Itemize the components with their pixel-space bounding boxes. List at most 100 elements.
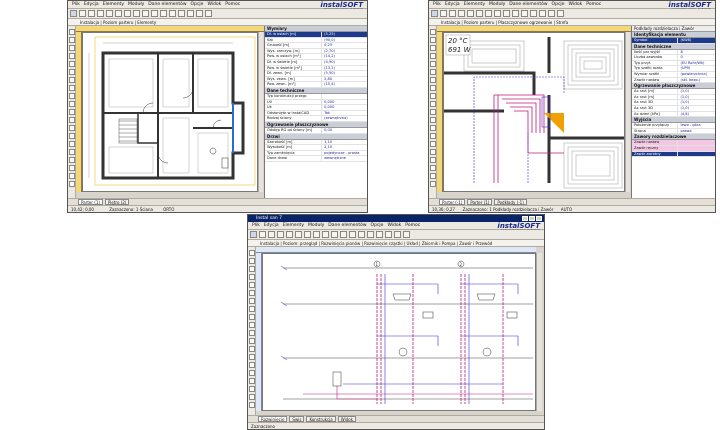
property-value[interactable]: lewo - góra bbox=[678, 123, 715, 128]
tool-icon[interactable] bbox=[68, 69, 75, 75]
tool-button[interactable] bbox=[349, 231, 356, 238]
tool-icon[interactable] bbox=[429, 101, 436, 107]
vertical-scrollbar[interactable] bbox=[258, 32, 263, 192]
tool-button[interactable] bbox=[277, 231, 284, 238]
menu-help[interactable]: Pomoc bbox=[586, 2, 601, 7]
property-value[interactable] bbox=[678, 140, 715, 145]
tool-button[interactable] bbox=[394, 231, 401, 238]
property-value[interactable] bbox=[678, 145, 715, 151]
tool-button[interactable] bbox=[503, 10, 510, 17]
tool-icon[interactable] bbox=[248, 306, 255, 312]
property-value[interactable]: (EU Rohr/Wk) bbox=[678, 61, 715, 66]
tool-button[interactable] bbox=[286, 231, 293, 238]
tool-button[interactable] bbox=[295, 231, 302, 238]
tool-icon[interactable] bbox=[429, 133, 436, 139]
window-titlebar[interactable]: Instal san 7 bbox=[248, 215, 544, 222]
property-value[interactable]: 0 bbox=[678, 55, 715, 60]
minimize-icon[interactable] bbox=[522, 216, 528, 221]
tool-button[interactable] bbox=[268, 231, 275, 238]
tool-icon[interactable] bbox=[68, 109, 75, 115]
vertical-scrollbar[interactable] bbox=[625, 32, 630, 192]
property-value[interactable]: pojedyncze - prosta bbox=[322, 151, 367, 156]
tool-icon[interactable] bbox=[248, 338, 255, 344]
tool-icon[interactable] bbox=[429, 69, 436, 75]
tool-button[interactable] bbox=[142, 10, 149, 17]
tool-icon[interactable] bbox=[68, 29, 75, 35]
tool-button[interactable] bbox=[97, 10, 104, 17]
tool-icon[interactable] bbox=[68, 133, 75, 139]
property-value[interactable]: 0,00 bbox=[322, 128, 367, 133]
property-value[interactable]: Tak bbox=[322, 111, 367, 116]
tool-button[interactable] bbox=[196, 10, 203, 17]
menu-element-data[interactable]: Dane elementów bbox=[148, 2, 186, 7]
tool-button[interactable] bbox=[512, 10, 519, 17]
property-value[interactable]: 0,25 bbox=[322, 43, 367, 48]
pointer-tool-icon[interactable] bbox=[431, 10, 438, 17]
tool-icon[interactable] bbox=[248, 298, 255, 304]
menu-help[interactable]: Pomoc bbox=[405, 223, 420, 228]
property-value[interactable]: wewnętrzne bbox=[322, 156, 367, 161]
menu-file[interactable]: Plik bbox=[433, 2, 441, 7]
tool-button[interactable] bbox=[106, 10, 113, 17]
property-value[interactable]: prawa bbox=[678, 129, 715, 134]
tool-icon[interactable] bbox=[429, 37, 436, 43]
property-value[interactable]: (4,8) bbox=[678, 112, 715, 117]
tool-icon[interactable] bbox=[429, 149, 436, 155]
breadcrumb[interactable]: Instalacja | Poziom parteru | Płaszczyzn… bbox=[429, 19, 715, 26]
tool-icon[interactable] bbox=[248, 282, 255, 288]
close-icon[interactable] bbox=[536, 216, 542, 221]
drawing-canvas[interactable] bbox=[82, 32, 258, 192]
tool-button[interactable] bbox=[467, 10, 474, 17]
tool-button[interactable] bbox=[115, 10, 122, 17]
tool-icon[interactable] bbox=[68, 53, 75, 59]
menu-modules[interactable]: Moduły bbox=[128, 2, 144, 7]
property-value[interactable]: (15,4) bbox=[322, 82, 367, 87]
tool-icon[interactable] bbox=[68, 117, 75, 123]
property-value[interactable]: (1,0) bbox=[678, 89, 715, 94]
tool-button[interactable] bbox=[548, 10, 555, 17]
tool-icon[interactable] bbox=[68, 85, 75, 91]
tool-button[interactable] bbox=[476, 10, 483, 17]
tool-icon[interactable] bbox=[248, 330, 255, 336]
tool-button[interactable] bbox=[169, 10, 176, 17]
property-value[interactable]: (13,2) bbox=[322, 66, 367, 71]
property-value[interactable] bbox=[322, 94, 367, 99]
tool-button[interactable] bbox=[557, 10, 564, 17]
tool-button[interactable] bbox=[458, 10, 465, 17]
tool-button[interactable] bbox=[133, 10, 140, 17]
tool-button[interactable] bbox=[494, 10, 501, 17]
property-value[interactable]: (90,0) bbox=[322, 38, 367, 43]
pointer-tool-icon[interactable] bbox=[250, 231, 257, 238]
tool-button[interactable] bbox=[160, 10, 167, 17]
tool-icon[interactable] bbox=[429, 165, 436, 171]
tool-button[interactable] bbox=[539, 10, 546, 17]
tool-button[interactable] bbox=[79, 10, 86, 17]
property-value[interactable]: (skl. bezp.) bbox=[678, 78, 715, 83]
menu-elements[interactable]: Elementy bbox=[283, 223, 304, 228]
tool-icon[interactable] bbox=[248, 346, 255, 352]
tool-button[interactable] bbox=[178, 10, 185, 17]
menu-edit[interactable]: Edycja bbox=[445, 2, 460, 7]
tool-button[interactable] bbox=[304, 231, 311, 238]
tool-icon[interactable] bbox=[248, 250, 255, 256]
tool-button[interactable] bbox=[485, 10, 492, 17]
tool-icon[interactable] bbox=[248, 258, 255, 264]
tool-icon[interactable] bbox=[429, 117, 436, 123]
tool-icon[interactable] bbox=[68, 173, 75, 179]
tool-icon[interactable] bbox=[68, 165, 75, 171]
tool-icon[interactable] bbox=[68, 101, 75, 107]
tool-icon[interactable] bbox=[248, 402, 255, 408]
tool-icon[interactable] bbox=[68, 93, 75, 99]
tool-icon[interactable] bbox=[429, 141, 436, 147]
status-mode[interactable]: ORTO bbox=[163, 207, 174, 212]
tool-button[interactable] bbox=[124, 10, 131, 17]
tool-icon[interactable] bbox=[68, 149, 75, 155]
property-value[interactable]: 2,80 bbox=[322, 77, 367, 82]
property-row[interactable]: Zawór zwrotny bbox=[632, 151, 715, 158]
tool-icon[interactable] bbox=[429, 85, 436, 91]
tool-button[interactable] bbox=[440, 10, 447, 17]
tool-icon[interactable] bbox=[68, 125, 75, 131]
menu-edit[interactable]: Edycja bbox=[84, 2, 99, 7]
tool-button[interactable] bbox=[449, 10, 456, 17]
tool-button[interactable] bbox=[259, 231, 266, 238]
